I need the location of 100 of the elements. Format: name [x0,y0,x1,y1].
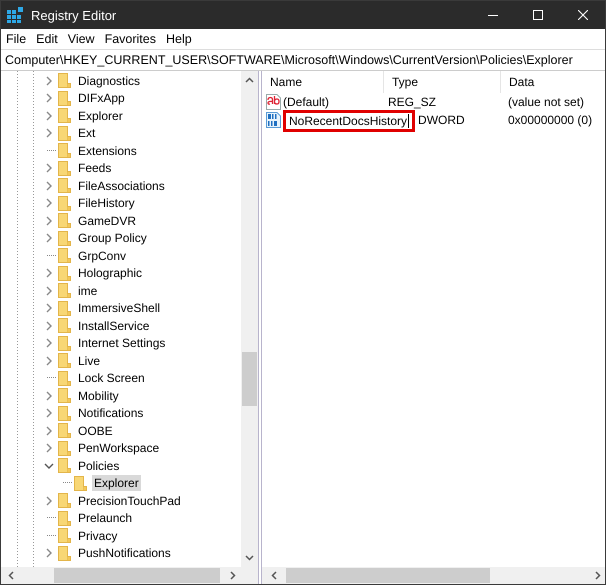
folder-icon [58,528,71,544]
collapse-chevron-icon[interactable] [44,462,54,470]
tree-item[interactable]: Lock Screen [76,370,147,386]
expand-chevron-icon[interactable] [45,496,53,506]
tree-item[interactable]: FileHistory [76,195,137,212]
horizontal-scrollbar[interactable] [1,567,258,584]
scroll-thumb[interactable] [286,568,490,583]
tree-item[interactable]: OOBE [76,422,115,439]
tree-item[interactable]: PushNotifications [76,545,173,562]
rename-field[interactable]: NoRecentDocsHistory [283,110,416,132]
tree-item[interactable]: Extensions [76,142,139,159]
scroll-right-icon[interactable] [595,571,601,580]
expand-chevron-icon[interactable] [45,356,53,366]
tree-item[interactable]: Live [76,352,102,369]
address-bar[interactable]: Computer\HKEY_CURRENT_USER\SOFTWARE\Microsoft\Windows\CurrentVersion\Policies\Explorer [1,49,605,71]
expand-chevron-icon[interactable] [45,286,53,296]
folder-icon [58,493,71,508]
menu-item[interactable]: Help [162,32,198,46]
folder-icon [58,108,71,124]
expand-chevron-icon[interactable] [45,548,53,558]
column-header[interactable]: Name [262,71,384,93]
tree-item[interactable]: PenWorkspace [76,440,162,456]
expand-chevron-icon[interactable] [45,303,53,314]
tree-item[interactable]: ImmersiveShell [76,300,162,316]
tree-item[interactable]: Explorer [92,475,141,492]
tree-item[interactable]: Holographic [76,265,144,282]
folder-icon [58,213,71,228]
folder-icon [58,196,71,211]
scroll-right-icon[interactable] [230,571,236,580]
tree-item[interactable]: Diagnostics [76,72,142,89]
tree-item[interactable]: Notifications [76,405,146,422]
tree-item[interactable]: Mobility [76,388,121,404]
value-data: (value not set) [507,95,586,109]
expand-chevron-icon[interactable] [45,198,53,208]
folder-icon [58,283,71,298]
folder-icon [58,336,71,351]
scroll-down-icon[interactable] [245,555,254,561]
expand-chevron-icon[interactable] [45,390,53,401]
expand-chevron-icon[interactable] [45,320,53,331]
expand-chevron-icon[interactable] [45,216,53,226]
folder-icon [74,476,87,491]
tree-item[interactable]: Privacy [76,528,120,544]
folder-icon [58,230,71,246]
folder-icon [58,458,71,474]
maximize-icon [532,10,542,20]
expand-chevron-icon[interactable] [45,338,53,348]
expand-chevron-icon[interactable] [45,76,53,86]
folder-icon [58,178,71,194]
tree-item[interactable]: Feeds [76,160,114,176]
tree-item[interactable]: Group Policy [76,230,149,246]
tree-item[interactable]: Internet Settings [76,335,168,352]
menu-item[interactable]: View [64,32,101,46]
folder-icon [58,266,71,281]
expand-chevron-icon[interactable] [45,93,53,104]
folder-icon [58,126,71,141]
tree-item[interactable]: ime [76,282,100,299]
folder-icon [58,546,71,561]
tree-item[interactable]: PrecisionTouchPad [76,492,183,509]
column-header[interactable]: Type [384,71,501,93]
folder-icon [58,370,71,386]
scroll-thumb[interactable] [242,352,257,406]
expand-chevron-icon[interactable] [45,426,53,436]
horizontal-scrollbar[interactable] [262,567,605,584]
folder-icon [58,406,71,421]
expand-chevron-icon[interactable] [45,408,53,418]
tree-item[interactable]: Policies [76,458,122,474]
tree-item[interactable]: Explorer [76,108,125,124]
menu-item[interactable]: Favorites [100,32,162,46]
folder-icon [58,143,71,158]
tree-item[interactable]: GameDVR [76,212,138,229]
folder-icon [58,248,71,264]
value-name[interactable]: (Default) [283,95,330,109]
expand-chevron-icon[interactable] [45,110,53,121]
scroll-up-icon[interactable] [245,77,254,83]
tree-item[interactable]: FileAssociations [76,178,167,194]
vertical-scrollbar[interactable] [241,71,258,567]
menu-item[interactable]: Edit [32,32,64,46]
value-type: DWORD [417,113,466,127]
tree-item[interactable]: Prelaunch [76,510,134,526]
expand-chevron-icon[interactable] [45,268,53,278]
tree-item[interactable]: GrpConv [76,248,128,264]
scroll-left-icon[interactable] [271,571,277,580]
value-type: REG_SZ [387,95,438,109]
expand-chevron-icon[interactable] [45,128,53,138]
folder-icon [58,423,71,438]
scroll-left-icon[interactable] [8,571,14,580]
menu-item[interactable]: File [2,32,32,46]
tree-item[interactable]: Ext [76,125,98,142]
scroll-thumb[interactable] [54,568,220,583]
tree-item[interactable]: InstallService [76,318,152,334]
close-icon [578,10,588,20]
expand-chevron-icon[interactable] [45,180,53,191]
value-data: 0x00000000 (0) [507,113,594,127]
folder-icon [58,353,71,368]
window-title: Registry Editor [31,8,118,22]
expand-chevron-icon[interactable] [45,163,53,174]
expand-chevron-icon[interactable] [45,443,53,454]
column-header[interactable]: Data [501,71,605,93]
tree-item[interactable]: DIFxApp [76,90,127,106]
expand-chevron-icon[interactable] [45,233,53,244]
